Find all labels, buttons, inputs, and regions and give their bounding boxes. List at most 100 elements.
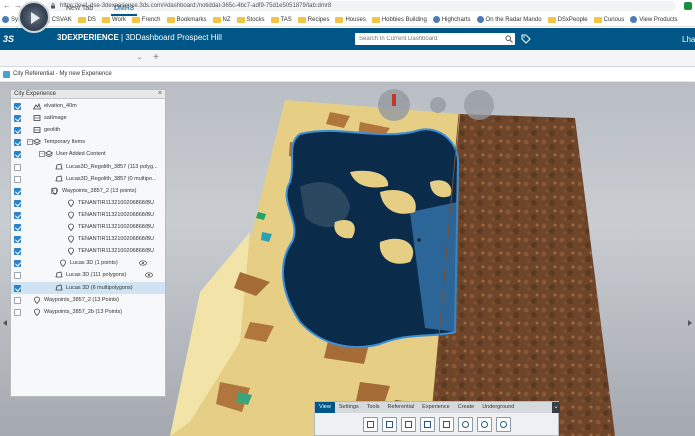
bookmark-folder[interactable]: Houses xyxy=(335,16,366,23)
polygon-icon xyxy=(55,271,63,278)
layer-checkbox[interactable] xyxy=(14,308,21,316)
add-tab-button[interactable]: + xyxy=(153,52,159,63)
layer-checkbox[interactable] xyxy=(14,272,21,280)
share-icon[interactable] xyxy=(439,417,454,432)
tree-row-label: geolith xyxy=(44,127,61,134)
tree-row[interactable]: TENANTIR1132100206868/BU xyxy=(11,209,165,221)
layer-checkbox[interactable] xyxy=(14,115,21,123)
tab-experience[interactable]: Experience xyxy=(418,402,454,413)
tab-tools[interactable]: Tools xyxy=(363,402,384,413)
search-icon[interactable] xyxy=(505,35,513,43)
collapse-right-icon[interactable] xyxy=(688,320,692,326)
tree-row[interactable]: Lucas 3D (1 points) xyxy=(11,257,165,269)
tab-dmr8[interactable]: DMR8 xyxy=(111,3,137,16)
layer-checkbox[interactable] xyxy=(14,224,21,231)
point-icon xyxy=(60,259,66,268)
settings-icon[interactable] xyxy=(458,417,473,432)
tree-row[interactable]: TENANTIR1132100206868/BU xyxy=(11,245,165,257)
tree-row[interactable]: Lucas 3D (111 polygons) xyxy=(11,269,165,281)
layer-checkbox[interactable] xyxy=(14,103,21,110)
extension-icon[interactable] xyxy=(684,2,692,10)
layer-checkbox[interactable] xyxy=(14,151,21,159)
layer-checkbox[interactable] xyxy=(14,187,21,195)
layer-checkbox[interactable] xyxy=(14,127,21,135)
folder-icon xyxy=(212,16,221,23)
compass-tool-icon[interactable] xyxy=(496,417,511,432)
folder-icon xyxy=(371,16,380,23)
close-icon[interactable]: × xyxy=(158,90,162,97)
zoom-icon[interactable] xyxy=(430,97,446,113)
collapse-left-icon[interactable] xyxy=(3,320,7,326)
tree-row[interactable]: Waypoints_3857_2 (13 Points) xyxy=(11,294,165,306)
polygon-icon xyxy=(55,284,63,290)
table-icon[interactable] xyxy=(401,417,416,432)
user-name[interactable]: Lha xyxy=(682,35,695,44)
pan-control-icon[interactable] xyxy=(464,90,494,120)
tab-settings[interactable]: Settings xyxy=(335,402,363,413)
north-compass-icon[interactable] xyxy=(378,89,410,121)
bookmark-folder[interactable]: DSxPeople xyxy=(547,16,588,23)
layer-checkbox[interactable] xyxy=(14,199,21,207)
bookmark-folder[interactable]: Work xyxy=(101,16,126,23)
tab-new-tab[interactable]: New Tab xyxy=(66,3,93,16)
tab-underground[interactable]: Underground xyxy=(478,402,518,413)
tree-row[interactable]: − User Added Content xyxy=(11,148,165,160)
tree-row-label: Lucas 3D (6 multipolygons) xyxy=(66,284,133,291)
list-icon[interactable] xyxy=(382,417,397,432)
layer-checkbox[interactable] xyxy=(14,248,21,256)
tab-create[interactable]: Create xyxy=(454,402,479,413)
layer-checkbox[interactable] xyxy=(14,296,21,304)
chevron-down-icon[interactable]: ⌄ xyxy=(137,54,142,61)
highcharts-icon xyxy=(432,16,440,23)
layer-checkbox[interactable] xyxy=(14,236,21,244)
visibility-eye-icon[interactable] xyxy=(145,272,153,278)
bookmark-folder[interactable]: Stocks xyxy=(236,16,265,23)
tree-row[interactable]: satImage xyxy=(11,112,165,124)
tree-row[interactable]: − Temporary Items xyxy=(11,136,165,148)
bookmark-folder[interactable]: NZ xyxy=(212,16,231,23)
bookmark-folder[interactable]: French xyxy=(131,16,161,23)
tree-row[interactable]: TENANTIR1132100206868/BU xyxy=(11,221,165,233)
info-icon[interactable] xyxy=(477,417,492,432)
tag-icon[interactable] xyxy=(521,34,531,44)
layer-checkbox[interactable] xyxy=(14,284,21,292)
compass-icon[interactable] xyxy=(18,1,50,33)
tree-row[interactable]: TENANTIR1132100206868/BU xyxy=(11,197,165,209)
layer-checkbox[interactable] xyxy=(14,139,21,147)
bookmark-folder[interactable]: Hobbies Building xyxy=(371,16,427,23)
bookmark-item[interactable]: View Products xyxy=(630,16,678,23)
tree-row-label: Lucas 3D (1 points) xyxy=(70,260,118,267)
point-icon xyxy=(68,223,74,231)
bookmark-folder[interactable]: Bookmarks xyxy=(166,16,207,23)
layer-checkbox[interactable] xyxy=(14,211,21,219)
tree-row[interactable]: Waypoints_3857_2b (13 Points) xyxy=(11,306,165,318)
bookmark-item[interactable]: On the Radar Mando xyxy=(476,16,542,23)
back-arrow-icon[interactable]: ← xyxy=(2,1,12,11)
image-layer-icon xyxy=(33,127,41,134)
layer-checkbox[interactable] xyxy=(14,260,21,268)
tree-row[interactable]: TENANTIR1132100206868/BU xyxy=(11,233,165,245)
tab-referential[interactable]: Referential xyxy=(384,402,419,413)
ds-logo-icon: 3S xyxy=(3,34,15,44)
tree-row[interactable]: Lucas3D_Regolith_3857 (113 polyg... xyxy=(11,161,165,173)
bookmark-folder[interactable]: Recipes xyxy=(297,16,329,23)
bookmark-item[interactable]: Highcharts xyxy=(432,16,471,23)
tree-row[interactable]: Lucas3D_Regolith_3857 (0 multipo... xyxy=(11,173,165,185)
image-icon[interactable] xyxy=(420,417,435,432)
tab-view[interactable]: View xyxy=(315,402,335,413)
tree-row[interactable]: − Waypoints_3857_2 (13 points) xyxy=(11,185,165,197)
layer-checkbox[interactable] xyxy=(14,163,21,171)
tree-row[interactable]: elvation_40m xyxy=(11,100,165,112)
bookmark-folder[interactable]: Curious xyxy=(593,16,624,23)
address-bar[interactable]: https://eu1-dse-3dexperience.3ds.com/#da… xyxy=(46,1,676,11)
tree-row[interactable]: geolith xyxy=(11,124,165,136)
layer-checkbox[interactable] xyxy=(14,175,21,183)
tree-row[interactable]: Lucas 3D (6 multipolygons) xyxy=(11,281,165,294)
visibility-eye-icon[interactable] xyxy=(139,260,147,266)
point-icon xyxy=(68,211,74,219)
search-input[interactable] xyxy=(355,33,515,45)
viewpoint-icon[interactable] xyxy=(363,417,378,432)
bookmark-folder[interactable]: DS xyxy=(77,16,96,23)
bookmark-folder[interactable]: TAS xyxy=(270,16,292,23)
chevron-down-icon[interactable]: ⌄ xyxy=(552,402,560,413)
